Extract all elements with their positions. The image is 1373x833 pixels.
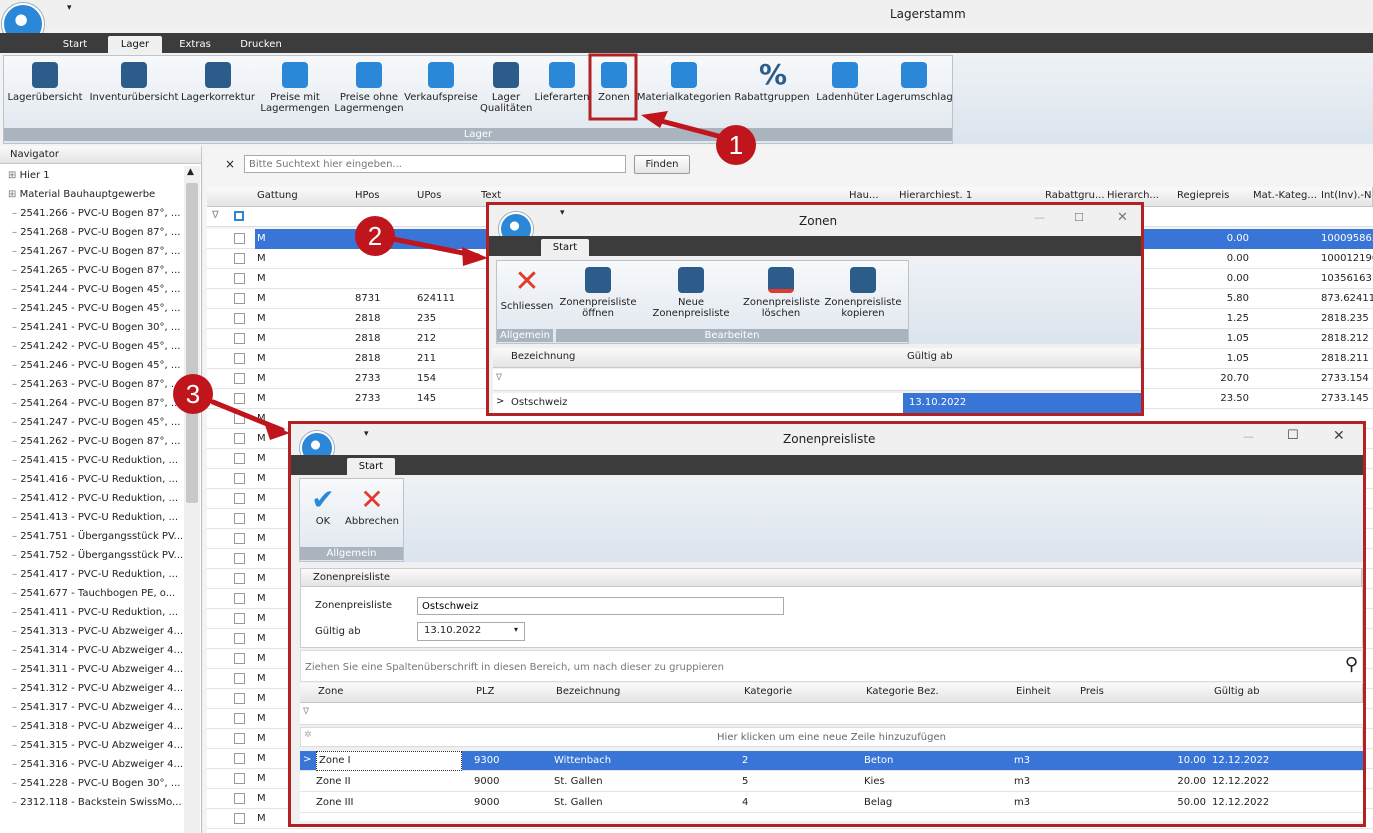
arrowhead-2 — [462, 247, 488, 266]
callout-arrows — [210, 53, 725, 440]
arrowhead-3 — [264, 422, 290, 440]
callout-3: 3 — [173, 374, 213, 414]
zonen-highlight-box — [588, 53, 638, 121]
callout-1: 1 — [716, 125, 756, 165]
callout-2: 2 — [355, 216, 395, 256]
arrowhead-1 — [641, 111, 668, 128]
